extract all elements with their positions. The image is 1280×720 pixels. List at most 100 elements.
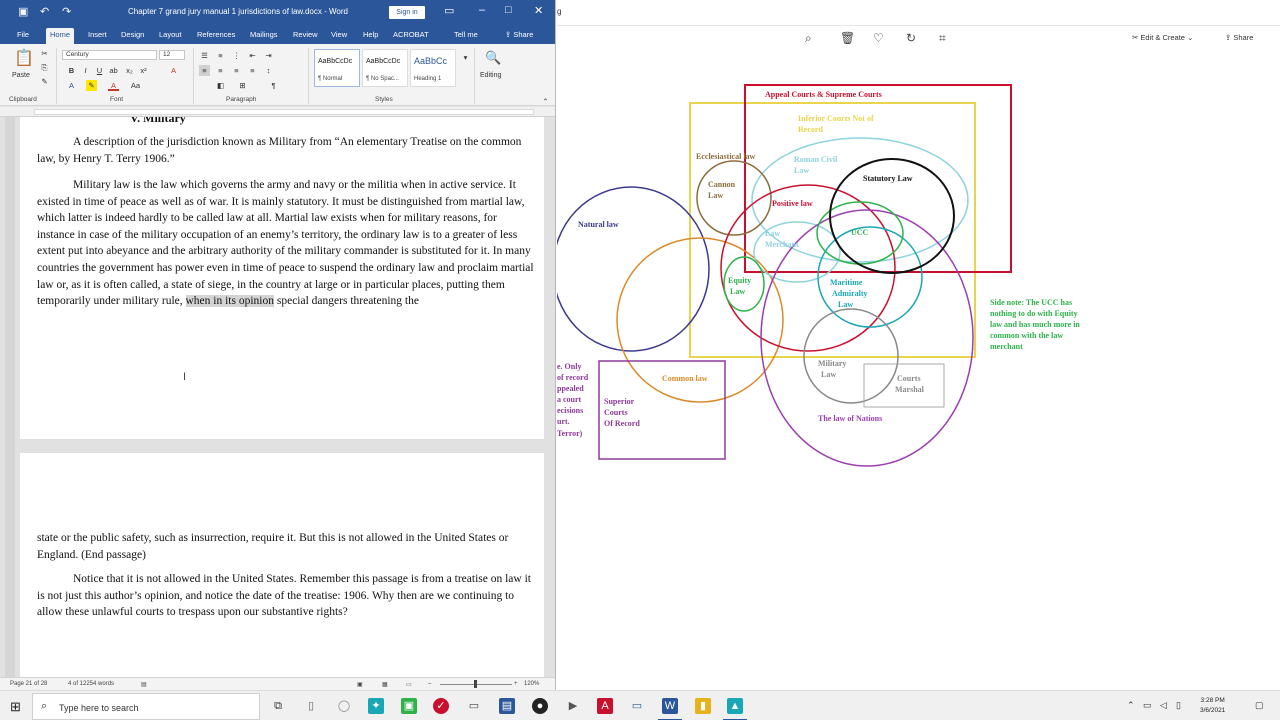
tab-home[interactable]: Home (46, 28, 75, 44)
acrobat-icon[interactable]: A (597, 698, 613, 714)
style-heading-1[interactable]: AaBbCc Heading 1 (410, 49, 456, 87)
tab-review[interactable]: Review (289, 28, 322, 44)
print-layout-icon[interactable]: ▦ (382, 681, 388, 688)
increase-indent-icon[interactable]: ⇥ (263, 50, 274, 61)
autosave-icon[interactable]: ▣ (18, 5, 28, 18)
underline-icon[interactable]: U (94, 65, 105, 76)
style-no-spacing[interactable]: AaBbCcDc ¶ No Spac... (362, 49, 408, 87)
tab-references[interactable]: References (193, 28, 239, 44)
zoom-in-icon[interactable]: + (514, 681, 518, 687)
tab-acrobat[interactable]: ACROBAT (389, 28, 433, 44)
tab-insert[interactable]: Insert (84, 28, 111, 44)
tab-layout[interactable]: Layout (155, 28, 186, 44)
close-icon[interactable]: ✕ (534, 4, 543, 17)
font-size-box[interactable]: 12 (159, 50, 185, 60)
read-mode-icon[interactable]: ▣ (357, 681, 363, 688)
page-count[interactable]: Page 21 of 28 (10, 681, 47, 687)
bold-icon[interactable]: B (66, 65, 77, 76)
borders-icon[interactable]: ⊞ (237, 80, 248, 91)
clock[interactable]: 3:28 PM 3/6/2021 (1200, 696, 1225, 716)
document-area[interactable]: V. Military A description of the jurisdi… (0, 117, 555, 677)
redo-icon[interactable]: ↷ (62, 5, 71, 18)
copy-icon[interactable]: ⎘ (39, 62, 50, 73)
windows-start-icon[interactable]: ⊞ (10, 699, 21, 715)
task-view-icon[interactable]: ⧉ (270, 698, 286, 714)
paste-icon[interactable]: 📋 (14, 48, 34, 68)
clear-format-icon[interactable]: A (168, 65, 179, 76)
taskbar-search[interactable]: ⌕ Type here to search (32, 693, 260, 720)
text-effects-icon[interactable]: A (66, 80, 77, 91)
font-name-box[interactable]: Century (62, 50, 157, 60)
tab-help[interactable]: Help (359, 28, 382, 44)
shading-icon[interactable]: ◧ (215, 80, 226, 91)
shield-icon[interactable]: ✓ (433, 698, 449, 714)
format-painter-icon[interactable]: ✎ (39, 76, 50, 87)
volume-icon[interactable]: ◁ (1160, 700, 1167, 711)
align-center-icon[interactable]: ≡ (215, 65, 226, 76)
align-left-icon[interactable]: ≡ (199, 65, 210, 76)
proofing-icon[interactable]: ▤ (141, 681, 147, 688)
show-marks-icon[interactable]: ¶ (268, 80, 279, 91)
play-icon[interactable]: ▶ (565, 698, 581, 714)
italic-icon[interactable]: I (80, 65, 91, 76)
undo-icon[interactable]: ↶ (40, 5, 49, 18)
styles-scroll-icon[interactable]: ▾ (460, 52, 471, 63)
decrease-indent-icon[interactable]: ⇤ (247, 50, 258, 61)
battery-icon[interactable]: ▯ (1176, 700, 1181, 711)
paste-label: Paste (12, 72, 30, 79)
font-color-icon[interactable]: A (108, 80, 119, 91)
tab-mailings[interactable]: Mailings (246, 28, 282, 44)
store-icon[interactable]: ▤ (499, 698, 515, 714)
style-normal[interactable]: AaBbCcDc ¶ Normal (314, 49, 360, 87)
align-right-icon[interactable]: ≡ (231, 65, 242, 76)
tab-view[interactable]: View (327, 28, 351, 44)
document-page[interactable]: state or the public safety, such as insu… (20, 453, 544, 677)
maximize-icon[interactable]: □ (505, 4, 512, 16)
collapse-ribbon-icon[interactable]: ⌃ (540, 96, 551, 107)
document-paragraph[interactable]: Military law is the law which governs th… (37, 177, 537, 310)
ruler[interactable] (0, 107, 555, 117)
tab-file[interactable]: File (13, 28, 33, 44)
notification-icon[interactable]: ▢ (1255, 700, 1264, 711)
monitor-icon[interactable]: ▭ (629, 698, 645, 714)
sign-in-button[interactable]: Sign in (389, 6, 425, 19)
document-paragraph[interactable]: Notice that it is not allowed in the Uni… (37, 571, 537, 621)
multilevel-icon[interactable]: ⋮ (231, 50, 242, 61)
word-count[interactable]: 4 of 12254 words (68, 681, 114, 687)
zoom-slider-thumb[interactable] (474, 680, 477, 688)
numbering-icon[interactable]: ≡ (215, 50, 226, 61)
word-app-icon[interactable]: W (662, 698, 678, 714)
folder-icon[interactable]: ▭ (466, 698, 482, 714)
chat-icon[interactable]: ◯ (336, 698, 352, 714)
media-icon[interactable]: ● (532, 698, 548, 714)
document-paragraph[interactable]: A description of the jurisdiction known … (37, 134, 537, 167)
font-case-icon[interactable]: Aa (130, 80, 141, 91)
tab-design[interactable]: Design (117, 28, 148, 44)
zoom-out-icon[interactable]: – (428, 681, 431, 687)
superscript-icon[interactable]: x² (138, 65, 149, 76)
spreadsheet-icon[interactable]: ▣ (401, 698, 417, 714)
web-layout-icon[interactable]: ▭ (406, 681, 412, 688)
tray-chevron-up-icon[interactable]: ⌃ (1127, 700, 1135, 711)
strikethrough-icon[interactable]: ab (108, 65, 119, 76)
tab-tell-me[interactable]: Tell me (450, 28, 482, 44)
file-icon[interactable]: ▯ (303, 698, 319, 714)
line-spacing-icon[interactable]: ↕ (263, 65, 274, 76)
share-button[interactable]: ⇪ Share (505, 30, 533, 39)
zoom-level[interactable]: 120% (524, 681, 539, 687)
cut-icon[interactable]: ✂ (39, 48, 50, 59)
sticky-notes-icon[interactable]: ▮ (695, 698, 711, 714)
minimize-icon[interactable]: – (479, 4, 485, 16)
editing-icon[interactable]: 🔍 (485, 50, 501, 66)
highlight-icon[interactable]: ✎ (86, 80, 97, 91)
status-bar: Page 21 of 28 4 of 12254 words ▤ ▣ ▦ ▭ –… (0, 677, 555, 690)
subscript-icon[interactable]: x₂ (124, 65, 135, 76)
network-icon[interactable]: ▭ (1143, 700, 1152, 711)
ribbon-display-icon[interactable]: ▭ (444, 4, 454, 17)
app-icon[interactable]: ✦ (368, 698, 384, 714)
document-page[interactable]: V. Military A description of the jurisdi… (20, 117, 544, 439)
bullets-icon[interactable]: ☰ (199, 50, 210, 61)
document-paragraph[interactable]: state or the public safety, such as insu… (37, 530, 537, 563)
photos-icon[interactable]: ▲ (727, 698, 743, 714)
justify-icon[interactable]: ≡ (247, 65, 258, 76)
